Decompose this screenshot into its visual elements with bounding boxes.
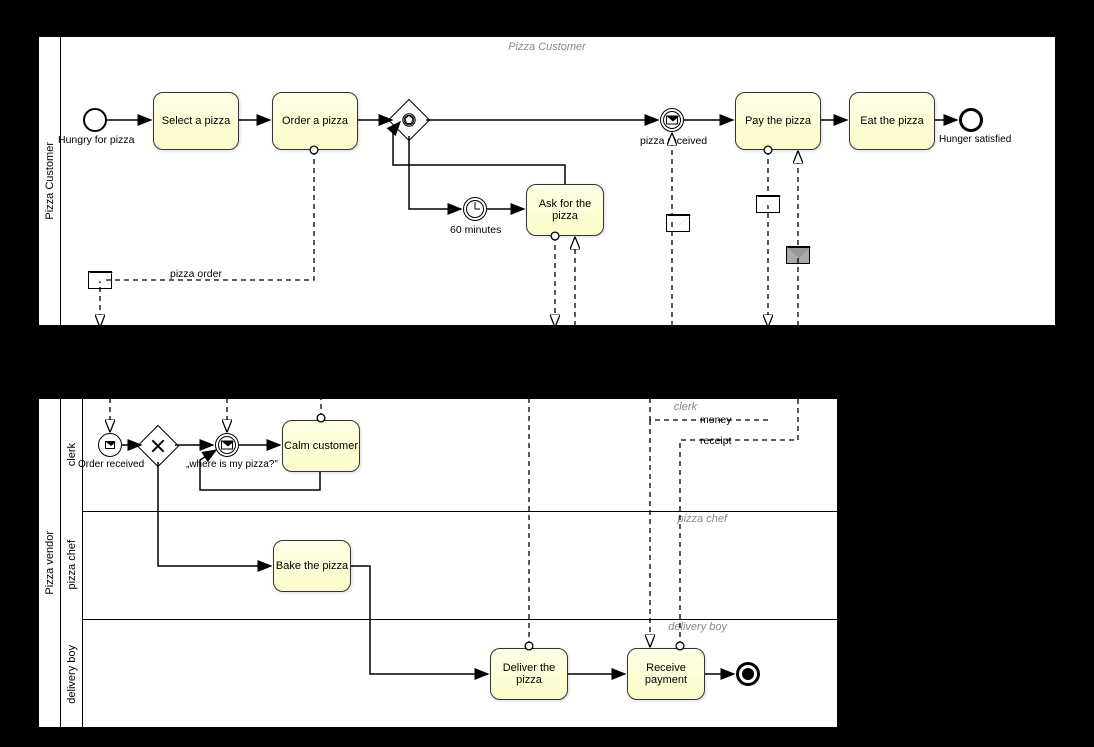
- lane-title-clerk: clerk: [674, 401, 697, 413]
- pool-label-customer: Pizza Customer: [39, 37, 61, 325]
- msg-icon-order: [88, 271, 112, 289]
- envelope-icon: [221, 441, 233, 450]
- diagram-canvas: Pizza Customer Pizza Customer Hungry for…: [0, 0, 1094, 747]
- start-event-label: Hungry for pizza: [58, 134, 134, 146]
- end-event-terminate: [736, 662, 760, 686]
- pentagon-icon: [402, 113, 416, 127]
- pool-customer: Pizza Customer Pizza Customer: [38, 36, 1056, 326]
- pizza-received-label: pizza received: [640, 135, 707, 147]
- msg-label-pizza: pizza: [547, 373, 572, 385]
- start-msg-order-received: [98, 433, 122, 457]
- envelope-icon: [105, 441, 115, 449]
- msg-icon-receipt: [786, 246, 810, 264]
- task-receive-payment: Receive payment: [627, 648, 705, 700]
- msg-icon-money: [756, 195, 780, 213]
- msg-catch-pizza-received: [660, 108, 684, 132]
- task-ask-pizza: Ask for the pizza: [526, 184, 604, 236]
- task-bake-pizza: Bake the pizza: [273, 540, 351, 592]
- start-event-hungry: [83, 108, 107, 132]
- task-eat-pizza: Eat the pizza: [849, 92, 935, 150]
- task-deliver-pizza: Deliver the pizza: [490, 648, 568, 700]
- pool-label-vendor: Pizza vendor: [39, 399, 61, 727]
- envelope-icon: [666, 116, 678, 125]
- lane-divider-2: [83, 619, 839, 620]
- lane-title-delivery: delivery boy: [668, 621, 727, 633]
- msg-icon-pizza: [666, 214, 690, 232]
- timer-event-60min: [463, 197, 487, 221]
- end-event-satisfied: [959, 108, 983, 132]
- timer-label: 60 minutes: [450, 224, 501, 236]
- msg-catch-where-pizza: [215, 433, 239, 457]
- lane-label-clerk: clerk: [61, 399, 83, 511]
- task-pay-pizza: Pay the pizza: [735, 92, 821, 150]
- where-pizza-label: „where is my pizza?": [186, 459, 278, 470]
- pool-title-customer: Pizza Customer: [39, 41, 1055, 53]
- lane-title-chef: pizza chef: [677, 513, 727, 525]
- lane-label-delivery: delivery boy: [61, 619, 83, 729]
- msg-label-order: pizza order: [170, 268, 222, 280]
- lane-divider-1: [83, 511, 839, 512]
- task-order-pizza: Order a pizza: [272, 92, 358, 150]
- lane-label-chef: pizza chef: [61, 511, 83, 619]
- task-calm-customer: Calm customer: [282, 420, 360, 472]
- task-select-pizza: Select a pizza: [153, 92, 239, 150]
- order-received-label: Order received: [78, 459, 144, 470]
- end-label: Hunger satisfied: [939, 134, 1011, 145]
- msg-label-money: money: [700, 414, 732, 426]
- msg-label-receipt: receipt: [700, 435, 732, 447]
